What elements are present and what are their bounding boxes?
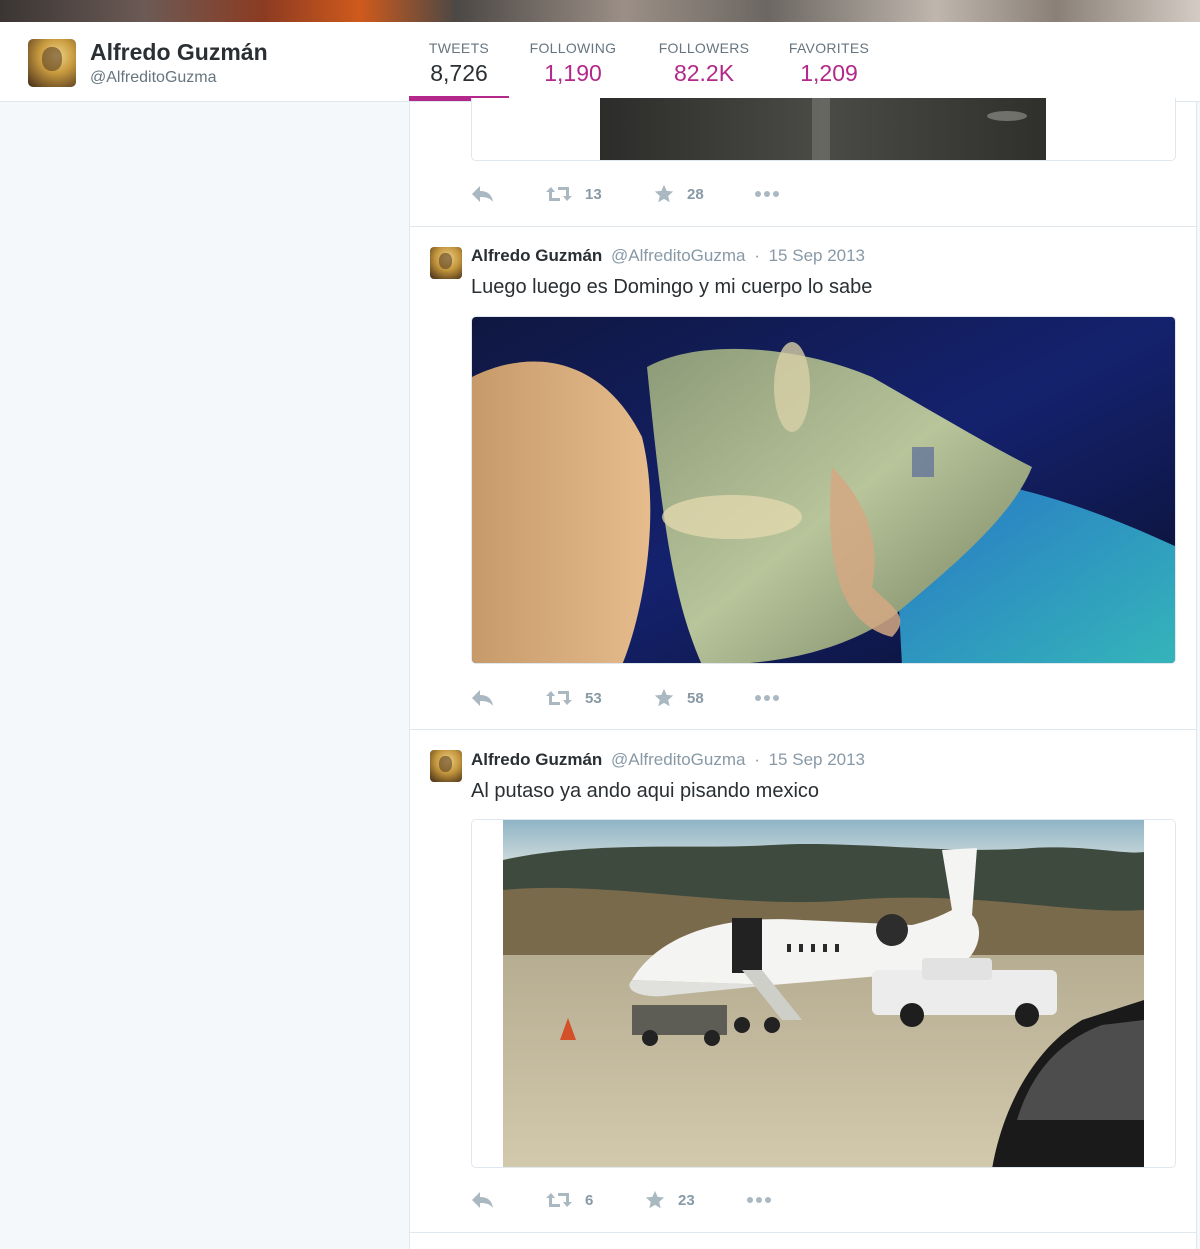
reply-icon [472, 690, 493, 706]
more-button[interactable] [754, 182, 782, 206]
star-icon [654, 184, 674, 203]
reply-button[interactable] [470, 686, 494, 710]
tweet-avatar[interactable] [430, 247, 462, 279]
retweet-icon [546, 1193, 572, 1207]
tweet-media[interactable] [471, 316, 1176, 664]
tweet-author-handle[interactable]: @AlfreditoGuzma [611, 246, 745, 265]
star-icon [654, 688, 674, 707]
favorite-count: 58 [687, 689, 704, 707]
more-button[interactable] [746, 1188, 774, 1212]
tweet-header-separator: · [754, 750, 760, 769]
tweet-media[interactable] [471, 98, 1176, 161]
tweet-divider [410, 1232, 1196, 1233]
tweet-author-name[interactable]: Alfredo Guzmán [471, 750, 602, 769]
stat-favorites[interactable]: FAVORITES 1,209 [780, 22, 878, 102]
stat-tweets-value: 8,726 [430, 60, 488, 86]
retweet-icon [546, 187, 572, 201]
more-icon [755, 695, 779, 701]
tweet-header: Alfredo Guzmán @AlfreditoGuzma · 15 Sep … [471, 246, 865, 266]
more-icon [755, 191, 779, 197]
profile-banner [0, 0, 1200, 22]
favorite-button[interactable]: 28 [653, 182, 704, 206]
tweet-divider [410, 729, 1196, 730]
favorite-count: 28 [687, 185, 704, 203]
timeline: 13 28 Alfredo Guzmán @AlfreditoGuzma · 1… [409, 98, 1197, 1249]
tweet-text: Luego luego es Domingo y mi cuerpo lo sa… [471, 276, 873, 298]
profile-nav-bar: Alfredo Guzmán @AlfreditoGuzma TWEETS 8,… [0, 22, 1200, 102]
retweet-button[interactable]: 6 [545, 1188, 593, 1212]
star-icon [645, 1190, 665, 1209]
tweet-author-name[interactable]: Alfredo Guzmán [471, 246, 602, 265]
tweet-header-separator: · [754, 246, 760, 265]
tweet-avatar[interactable] [430, 750, 462, 782]
tweet-date[interactable]: 15 Sep 2013 [769, 750, 865, 769]
stat-favorites-value: 1,209 [800, 60, 858, 86]
tweet-header: Alfredo Guzmán @AlfreditoGuzma · 15 Sep … [471, 750, 865, 770]
tweet-date[interactable]: 15 Sep 2013 [769, 246, 865, 265]
reply-button[interactable] [470, 1188, 494, 1212]
tweet-text: Al putaso ya ando aqui pisando mexico [471, 780, 820, 802]
retweet-button[interactable]: 53 [545, 686, 602, 710]
stat-favorites-label: FAVORITES [788, 40, 870, 56]
tweet-author-handle[interactable]: @AlfreditoGuzma [611, 750, 745, 769]
retweet-button[interactable]: 13 [545, 182, 602, 206]
more-icon [747, 1197, 771, 1203]
reply-button[interactable] [470, 182, 494, 206]
stat-tweets-label: TWEETS [428, 40, 490, 56]
retweet-icon [546, 691, 572, 705]
profile-handle[interactable]: @AlfreditoGuzma [90, 69, 217, 87]
more-button[interactable] [754, 686, 782, 710]
reply-icon [472, 1192, 493, 1208]
tweet-photo-jet [503, 820, 1144, 1167]
retweet-count: 13 [585, 185, 602, 203]
stat-followers-value: 82.2K [673, 60, 735, 86]
favorite-count: 23 [678, 1191, 695, 1209]
retweet-count: 53 [585, 689, 602, 707]
tweet-photo-money [472, 317, 1175, 663]
retweet-count: 6 [585, 1191, 594, 1209]
stat-following[interactable]: FOLLOWING 1,190 [520, 22, 626, 102]
tweet-media[interactable] [471, 819, 1176, 1168]
stat-tweets[interactable]: TWEETS 8,726 [409, 22, 509, 102]
profile-avatar[interactable] [28, 39, 76, 87]
tweet-divider [410, 226, 1196, 227]
reply-icon [472, 186, 493, 202]
favorite-button[interactable]: 23 [644, 1188, 695, 1212]
stat-followers[interactable]: FOLLOWERS 82.2K [650, 22, 758, 102]
stat-following-label: FOLLOWING [529, 40, 617, 56]
favorite-button[interactable]: 58 [653, 686, 704, 710]
stat-following-value: 1,190 [544, 60, 602, 86]
profile-name[interactable]: Alfredo Guzmán [90, 39, 268, 66]
stat-followers-label: FOLLOWERS [658, 40, 750, 56]
tweet-photo-road [600, 98, 1046, 160]
